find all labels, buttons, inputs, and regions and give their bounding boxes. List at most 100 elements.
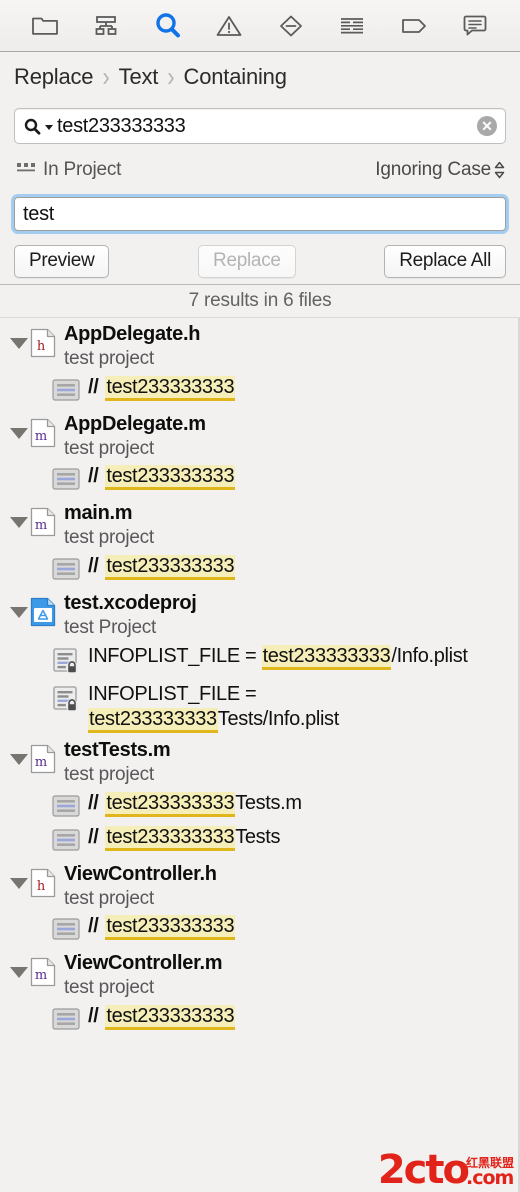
source-control-navigator-button[interactable] [76,1,138,51]
comment-marker: // [88,375,99,398]
m-file-icon: m [30,738,56,779]
breadcrumb-separator-1: › [102,60,110,92]
watermark-cn: 红黑联盟 [465,1156,514,1170]
breadcrumb-mode[interactable]: Replace [14,64,94,90]
result-file-row[interactable]: m main.m test project [0,497,520,553]
breadcrumb-separator-2: › [167,60,175,92]
result-match-row[interactable]: // test233333333 [0,1003,520,1037]
replace-button: Replace [198,244,296,278]
result-match-text: // test233333333Tests.m [88,791,302,817]
result-match-text: INFOPLIST_FILE = test233333333/Info.plis… [88,644,468,670]
scope-selector[interactable]: In Project [16,159,121,181]
comment-marker: // [88,791,99,814]
issue-navigator-button[interactable] [199,1,261,51]
result-match-row[interactable]: // test233333333 [0,913,520,947]
result-file-row[interactable]: m ViewController.m test project [0,947,520,1003]
m-file-icon: m [30,412,56,453]
result-match-row[interactable]: INFOPLIST_FILE = test233333333/Info.plis… [0,643,520,681]
result-file-group: m main.m test project // test233333333 [0,497,520,587]
folder-icon [31,14,59,38]
source-control-icon [92,14,120,38]
result-file-name: test.xcodeproj [64,592,197,615]
result-match-row[interactable]: // test233333333 [0,374,520,408]
match-highlight: test233333333 [88,708,218,734]
match-highlight: test233333333 [105,375,236,401]
replace-input[interactable]: test [14,197,506,231]
result-file-group: test.xcodeproj test Project INFOPLIST_FILE… [0,587,520,734]
breadcrumb-kind[interactable]: Text [119,64,159,90]
match-highlight: test233333333 [105,825,236,851]
result-match-text: // test233333333 [88,464,236,491]
disclosure-triangle-icon[interactable] [8,591,30,619]
result-match-text: // test233333333 [88,1004,236,1030]
disclosure-triangle-icon[interactable] [8,501,30,529]
speech-bubble-icon [462,13,488,39]
result-file-row[interactable]: test.xcodeproj test Project [0,587,520,643]
scope-bar: In Project Ignoring Case [0,150,520,190]
result-file-row[interactable]: m AppDelegate.m test project [0,408,520,464]
match-suffix-text: Tests [235,825,281,848]
test-navigator-button[interactable] [260,1,322,51]
match-highlight: test233333333 [105,791,236,817]
result-match-row[interactable]: // test233333333 [0,553,520,587]
chevron-down-icon[interactable] [45,124,53,130]
comment-marker: // [88,1005,99,1027]
replace-all-button[interactable]: Replace All [384,244,506,278]
result-file-row[interactable]: h ViewController.h test project [0,858,520,914]
watermark-com: .com [465,1167,514,1189]
code-line-icon [52,464,80,496]
disclosure-triangle-icon[interactable] [8,738,30,765]
result-match-row[interactable]: // test233333333Tests.m [0,790,520,824]
xcode-find-navigator: Replace › Text › Containing test23333333… [0,0,520,1192]
disclosure-triangle-icon[interactable] [8,862,30,889]
result-file-row[interactable]: m testTests.m test project [0,734,520,790]
chevron-updown-icon[interactable] [493,160,506,180]
result-file-meta: ViewController.m test project [64,951,223,1001]
find-navigator-button[interactable] [137,1,199,51]
case-option-label: Ignoring Case [375,159,491,180]
watermark-side: 红黑联盟 .com [466,1157,514,1188]
breadcrumb-match[interactable]: Containing [184,64,287,90]
result-file-name: AppDelegate.m [64,412,206,435]
results-summary-bar: 7 results in 6 files [0,284,520,318]
disclosure-triangle-icon[interactable] [8,951,30,979]
result-file-subtitle: test Project [64,617,157,639]
locked-settings-icon [52,644,80,680]
search-magnifier-icon[interactable] [24,118,41,135]
result-file-group: m AppDelegate.m test project // test23333333… [0,408,520,498]
result-match-row[interactable]: INFOPLIST_FILE = test233333333Tests/Info… [0,681,520,734]
result-match-row[interactable]: // test233333333 [0,463,520,497]
search-input[interactable]: test233333333 ✕ [14,108,506,144]
code-line-icon [52,375,80,407]
result-match-row[interactable]: // test233333333Tests [0,824,520,858]
debug-navigator-button[interactable] [322,1,384,51]
result-match-text: // test233333333Tests [88,825,281,851]
report-navigator-button[interactable] [445,1,507,51]
result-file-name: main.m [64,502,133,525]
result-file-name: testTests.m [64,738,171,761]
disclosure-triangle-icon[interactable] [8,322,30,349]
clear-search-button[interactable]: ✕ [477,116,497,136]
scope-icon [16,161,36,180]
comment-marker: // [88,825,99,848]
preview-button[interactable]: Preview [14,244,110,278]
search-results-list[interactable]: h AppDelegate.h test project // test23333333… [0,318,520,1192]
code-line-icon [52,554,80,586]
watermark: 2cto 红黑联盟 .com [378,1150,515,1190]
match-highlight: test233333333 [105,1005,236,1030]
disclosure-triangle-icon[interactable] [8,412,30,439]
replace-actions: Preview Replace Replace All [0,238,520,284]
report-lines-icon [338,15,366,37]
result-file-meta: testTests.m test project [64,738,171,788]
comment-marker: // [88,465,99,488]
svg-text:m: m [35,755,47,770]
case-option-selector[interactable]: Ignoring Case [375,159,506,181]
scope-label: In Project [43,159,122,180]
breakpoint-navigator-button[interactable] [383,1,445,51]
replace-field-container: test [0,190,520,238]
code-line-icon [52,914,80,946]
comment-marker: // [88,555,99,578]
result-file-row[interactable]: h AppDelegate.h test project [0,318,520,374]
result-file-meta: test.xcodeproj test Project [64,591,197,641]
project-navigator-button[interactable] [14,1,76,51]
